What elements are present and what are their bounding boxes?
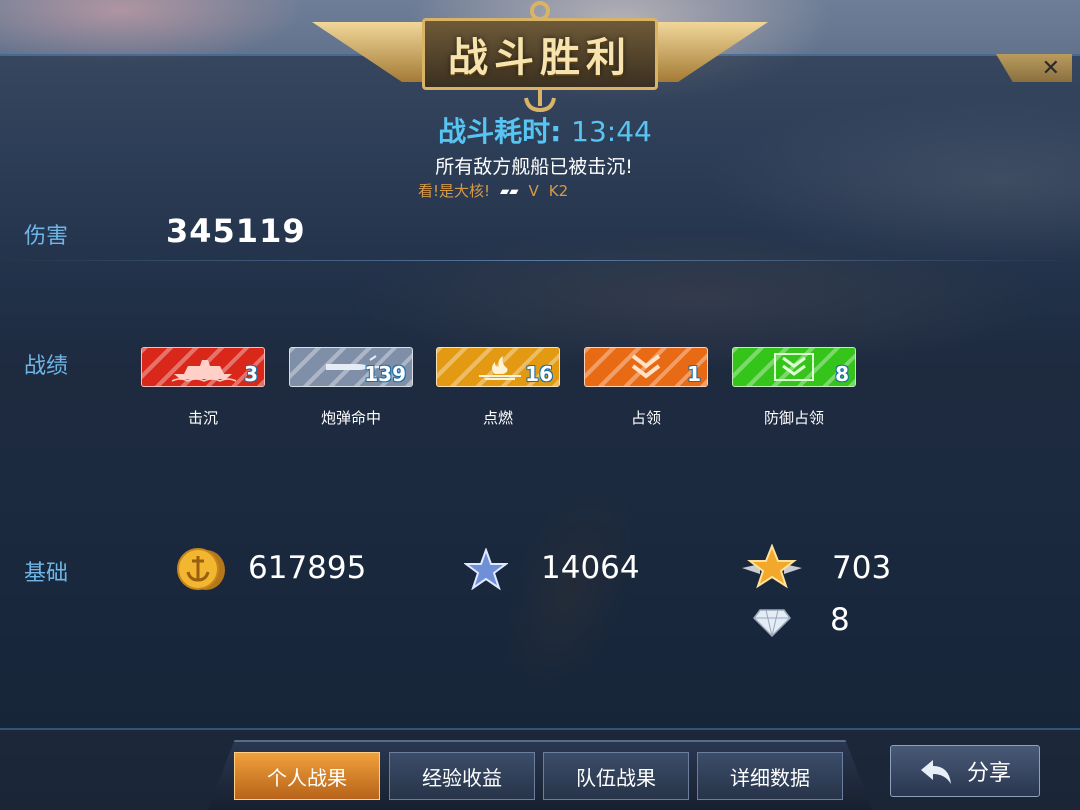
record-label: 战绩 <box>24 354 69 379</box>
result-message: 所有敌方舰船已被击沉! <box>435 156 633 178</box>
badge-fire: 16 <box>436 347 560 387</box>
chat-v-mark: V <box>528 181 539 200</box>
tab-personal-record[interactable]: 个人战果 <box>234 752 380 800</box>
share-arrow-icon <box>920 760 951 784</box>
diamond-icon <box>753 609 791 638</box>
page-title: 战斗胜利 <box>448 35 632 81</box>
badge-count: 1 <box>687 362 701 386</box>
badge-label-shell-hit: 炮弹命中 <box>320 409 381 427</box>
exp-star-icon <box>464 548 508 590</box>
share-label: 分享 <box>966 761 1011 786</box>
chat-message: 看!是大核! <box>418 182 491 200</box>
diamond-value: 8 <box>830 602 850 638</box>
capture-chevron-icon <box>631 354 661 379</box>
badge-count: 16 <box>525 362 553 386</box>
badge-count: 8 <box>835 362 849 386</box>
badge-sunk: 3 <box>141 347 265 387</box>
badge-label-defend-capture: 防御占领 <box>763 409 824 427</box>
ship-sunk-icon <box>171 360 236 382</box>
damage-value: 345119 <box>166 212 306 250</box>
damage-label: 伤害 <box>24 224 69 249</box>
share-button[interactable]: 分享 <box>890 745 1040 797</box>
badge-shell-hit: 139 <box>289 347 413 387</box>
victory-emblem: 战斗胜利 <box>312 0 768 112</box>
fire-icon <box>479 356 521 380</box>
gold-value: 617895 <box>248 550 367 586</box>
chat-line: 看!是大核! ▰▰ V K2 <box>418 180 568 201</box>
divider <box>0 260 1080 261</box>
exp-value: 14064 <box>541 550 640 586</box>
gold-coin-icon <box>177 548 225 590</box>
badge-capture: 1 <box>584 347 708 387</box>
chat-player-name: K2 <box>548 181 569 200</box>
badge-count: 139 <box>364 362 406 386</box>
tab-detailed-data[interactable]: 详细数据 <box>697 752 843 800</box>
tab-exp-earnings[interactable]: 经验收益 <box>389 752 535 800</box>
rank-points-value: 703 <box>832 550 892 586</box>
chat-arrow-icon: ▰▰ <box>500 183 519 198</box>
badge-label-capture: 占领 <box>630 409 661 427</box>
badge-label-sunk: 击沉 <box>187 409 218 427</box>
badge-label-fire: 点燃 <box>482 409 513 427</box>
battle-duration: 战斗耗时: 13:44 <box>0 110 1080 150</box>
anchor-icon <box>524 88 556 112</box>
close-icon: ✕ <box>1041 55 1060 81</box>
duration-value: 13:44 <box>571 115 652 148</box>
duration-label: 战斗耗时: <box>438 115 562 148</box>
badge-count: 3 <box>244 362 258 386</box>
badge-defend-capture: 8 <box>732 347 856 387</box>
base-label: 基础 <box>24 561 69 586</box>
rank-star-icon <box>742 544 802 589</box>
defend-capture-icon <box>774 353 814 381</box>
tab-team-record[interactable]: 队伍战果 <box>543 752 689 800</box>
title-plaque: 战斗胜利 <box>422 18 658 90</box>
